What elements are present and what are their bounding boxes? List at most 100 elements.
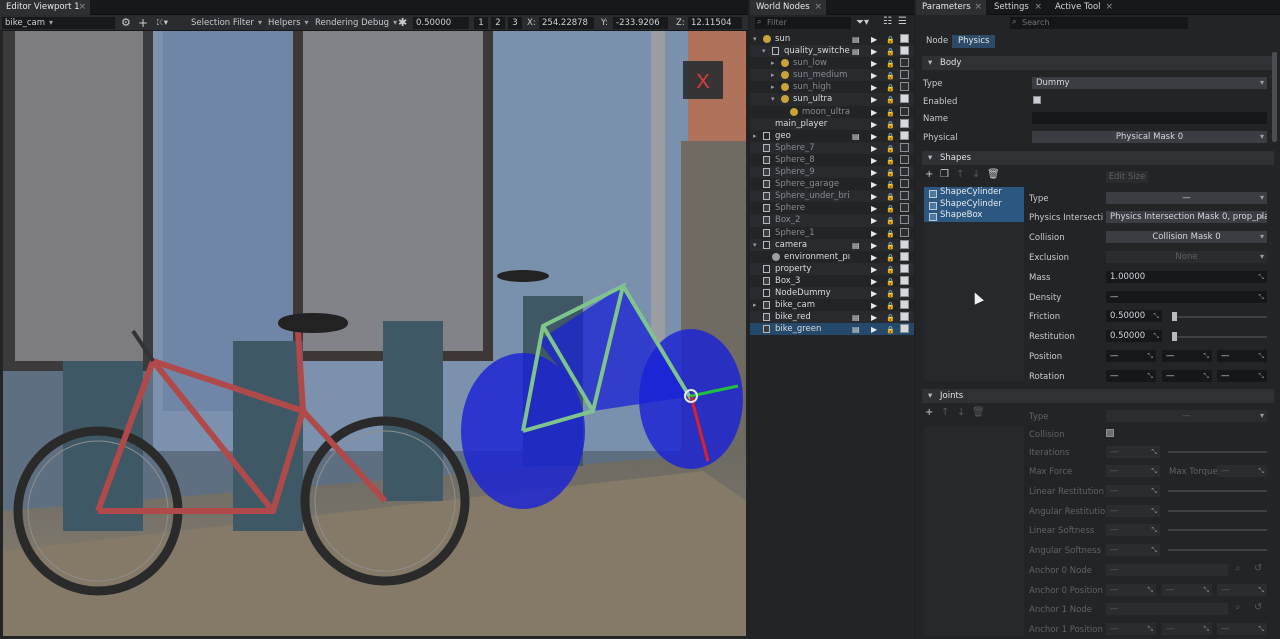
shape-intersection-select[interactable]: Physics Intersection Mask 0, prop_pla... (1106, 211, 1267, 223)
hierarchy-icon[interactable]: ☷ (883, 16, 892, 27)
collapse-arrow-icon[interactable]: ▾ (753, 33, 757, 45)
visibility-checkbox[interactable] (900, 106, 909, 116)
shape-mass-field[interactable]: 1.00000 (1106, 271, 1267, 283)
expand-arrow-icon[interactable]: ▸ (753, 130, 757, 142)
visibility-checkbox[interactable] (900, 94, 909, 104)
shape-restitution-field[interactable]: 0.50000 (1106, 330, 1162, 342)
joint-anchor1-y-field[interactable]: — (1162, 623, 1212, 635)
tree-row[interactable]: Sphere_8 ▶ 🔒 (750, 154, 914, 166)
snap-icon[interactable]: ✱ (398, 16, 407, 30)
close-icon[interactable]: × (78, 0, 86, 15)
shape-restitution-slider[interactable] (1172, 332, 1267, 341)
shape-position-z-field[interactable]: — (1217, 350, 1267, 362)
shapes-section-header[interactable]: Shapes (922, 151, 1274, 165)
shape-type-select[interactable]: — (1106, 192, 1267, 204)
visibility-checkbox[interactable] (900, 300, 909, 310)
shape-item[interactable]: ShapeBox (924, 210, 1024, 222)
tab-settings[interactable]: Settings × (988, 0, 1046, 15)
close-icon[interactable]: × (814, 0, 822, 15)
collapse-arrow-icon[interactable]: ▾ (762, 45, 766, 57)
expand-arrow-icon[interactable]: ▸ (771, 69, 775, 81)
pick-icon[interactable]: ⌕ (1235, 563, 1241, 574)
visibility-checkbox[interactable] (900, 324, 909, 334)
shape-friction-slider[interactable] (1172, 312, 1267, 321)
gizmo-close-button[interactable]: X (683, 61, 723, 99)
joint-max-torque-field[interactable]: — (1217, 465, 1267, 477)
node-doc-icon[interactable]: ▤ (852, 324, 860, 336)
tree-row[interactable]: bike_green ▤ ▶ 🔒 (750, 323, 914, 336)
tab-world-nodes[interactable]: World Nodes × (750, 0, 826, 15)
body-name-field[interactable] (1032, 112, 1267, 124)
tree-row[interactable]: ▾ quality_switche ▤ ▶ 🔒 (750, 45, 914, 58)
delete-joint-icon[interactable]: 🗑 (972, 407, 985, 418)
lock-icon[interactable]: 🔒 (886, 324, 895, 336)
joint-angular-restitution-field[interactable]: — (1106, 505, 1160, 517)
move-down-icon[interactable]: ↓ (972, 169, 980, 180)
tree-row[interactable]: Sphere_7 ▶ 🔒 (750, 141, 914, 154)
joint-type-select[interactable]: — (1106, 410, 1267, 422)
joint-anchor0-z-field[interactable]: — (1217, 584, 1267, 596)
tree-row[interactable]: ▸ bike_cam ▶ 🔒 (750, 299, 914, 311)
collapse-arrow-icon[interactable]: ▾ (753, 239, 757, 251)
tree-row[interactable]: ▾ sun_ultra ▶ 🔒 (750, 93, 914, 106)
joint-angular-softness-field[interactable]: — (1106, 544, 1160, 556)
shape-rotation-x-field[interactable]: — (1106, 370, 1156, 382)
joint-linear-restitution-field[interactable]: — (1106, 485, 1160, 497)
move-up-icon[interactable]: ↑ (941, 407, 949, 418)
filter-icon[interactable]: ⏷▾ (856, 17, 869, 28)
visibility-checkbox[interactable] (900, 179, 909, 189)
scene-render[interactable]: X (3, 31, 746, 636)
tab-parameters[interactable]: Parameters × (916, 0, 986, 15)
world-nodes-filter-input[interactable]: Filter (755, 17, 851, 29)
visibility-checkbox[interactable] (900, 130, 909, 140)
visibility-checkbox[interactable] (900, 263, 909, 273)
close-icon[interactable]: × (1105, 0, 1113, 15)
joint-anchor1-x-field[interactable]: — (1106, 623, 1156, 635)
tree-row[interactable]: Sphere_under_bri ▶ 🔒 (750, 190, 914, 203)
collapse-arrow-icon[interactable]: ▾ (771, 93, 775, 105)
tree-row[interactable]: property ▶ 🔒 (750, 262, 914, 275)
joint-anchor0-node-field[interactable]: — (1106, 564, 1228, 576)
close-icon[interactable]: × (1034, 0, 1042, 15)
tree-row[interactable]: moon_ultra ▶ 🔒 (750, 106, 914, 118)
shape-density-field[interactable]: — (1106, 291, 1267, 303)
joint-linear-softness-field[interactable]: — (1106, 524, 1160, 536)
shape-rotation-z-field[interactable]: — (1217, 370, 1267, 382)
helpers-dropdown[interactable]: Helpers (268, 16, 309, 30)
visibility-checkbox[interactable] (900, 239, 909, 249)
add-icon[interactable]: + (138, 16, 148, 30)
joint-linear-restitution-slider[interactable] (1168, 490, 1267, 492)
shape-exclusion-select[interactable]: None (1106, 251, 1267, 263)
joint-max-force-field[interactable]: — (1106, 465, 1160, 477)
3d-viewport[interactable]: X (3, 31, 746, 636)
preset-3-button[interactable]: 3 (508, 17, 522, 29)
shape-item[interactable]: ShapeCylinder (924, 187, 1024, 199)
visibility-checkbox[interactable] (900, 287, 909, 297)
selection-filter-dropdown[interactable]: Selection Filter (191, 16, 262, 30)
shape-position-y-field[interactable]: — (1162, 350, 1212, 362)
preset-1-button[interactable]: 1 (474, 17, 488, 29)
body-section-header[interactable]: Body (922, 56, 1274, 70)
joint-anchor0-y-field[interactable]: — (1162, 584, 1212, 596)
shape-position-x-field[interactable]: — (1106, 350, 1156, 362)
shape-item[interactable]: ShapeCylinder (924, 198, 1024, 210)
selection-cursor-icon[interactable]: ⤪▾ (157, 16, 168, 30)
shape-friction-field[interactable]: 0.50000 (1106, 310, 1162, 322)
visibility-checkbox[interactable] (900, 251, 909, 261)
visibility-checkbox[interactable] (900, 142, 909, 152)
tree-row[interactable]: environment_pı ▶ 🔒 (750, 251, 914, 263)
sort-icon[interactable]: ☰ (898, 16, 907, 27)
tree-row[interactable]: ▾ sun ▤ ▶ 🔒 (750, 33, 914, 45)
tree-row[interactable]: Sphere_1 ▶ 🔒 (750, 227, 914, 239)
parameters-scrollbar[interactable] (1272, 52, 1277, 142)
visibility-checkbox[interactable] (900, 227, 909, 237)
tree-row[interactable]: ▸ sun_low ▶ 🔒 (750, 57, 914, 69)
preset-2-button[interactable]: 2 (491, 17, 505, 29)
visibility-checkbox[interactable] (900, 118, 909, 128)
joint-anchor1-node-field[interactable]: — (1106, 603, 1228, 615)
camera-select[interactable]: bike_cam (2, 17, 115, 29)
delete-shape-icon[interactable]: 🗑 (987, 169, 1000, 180)
tree-row[interactable]: ▸ sun_medium ▶ 🔒 (750, 69, 914, 82)
y-coord-field[interactable]: -233.9206 (613, 17, 668, 29)
clone-shape-icon[interactable]: ❐ (940, 169, 949, 180)
